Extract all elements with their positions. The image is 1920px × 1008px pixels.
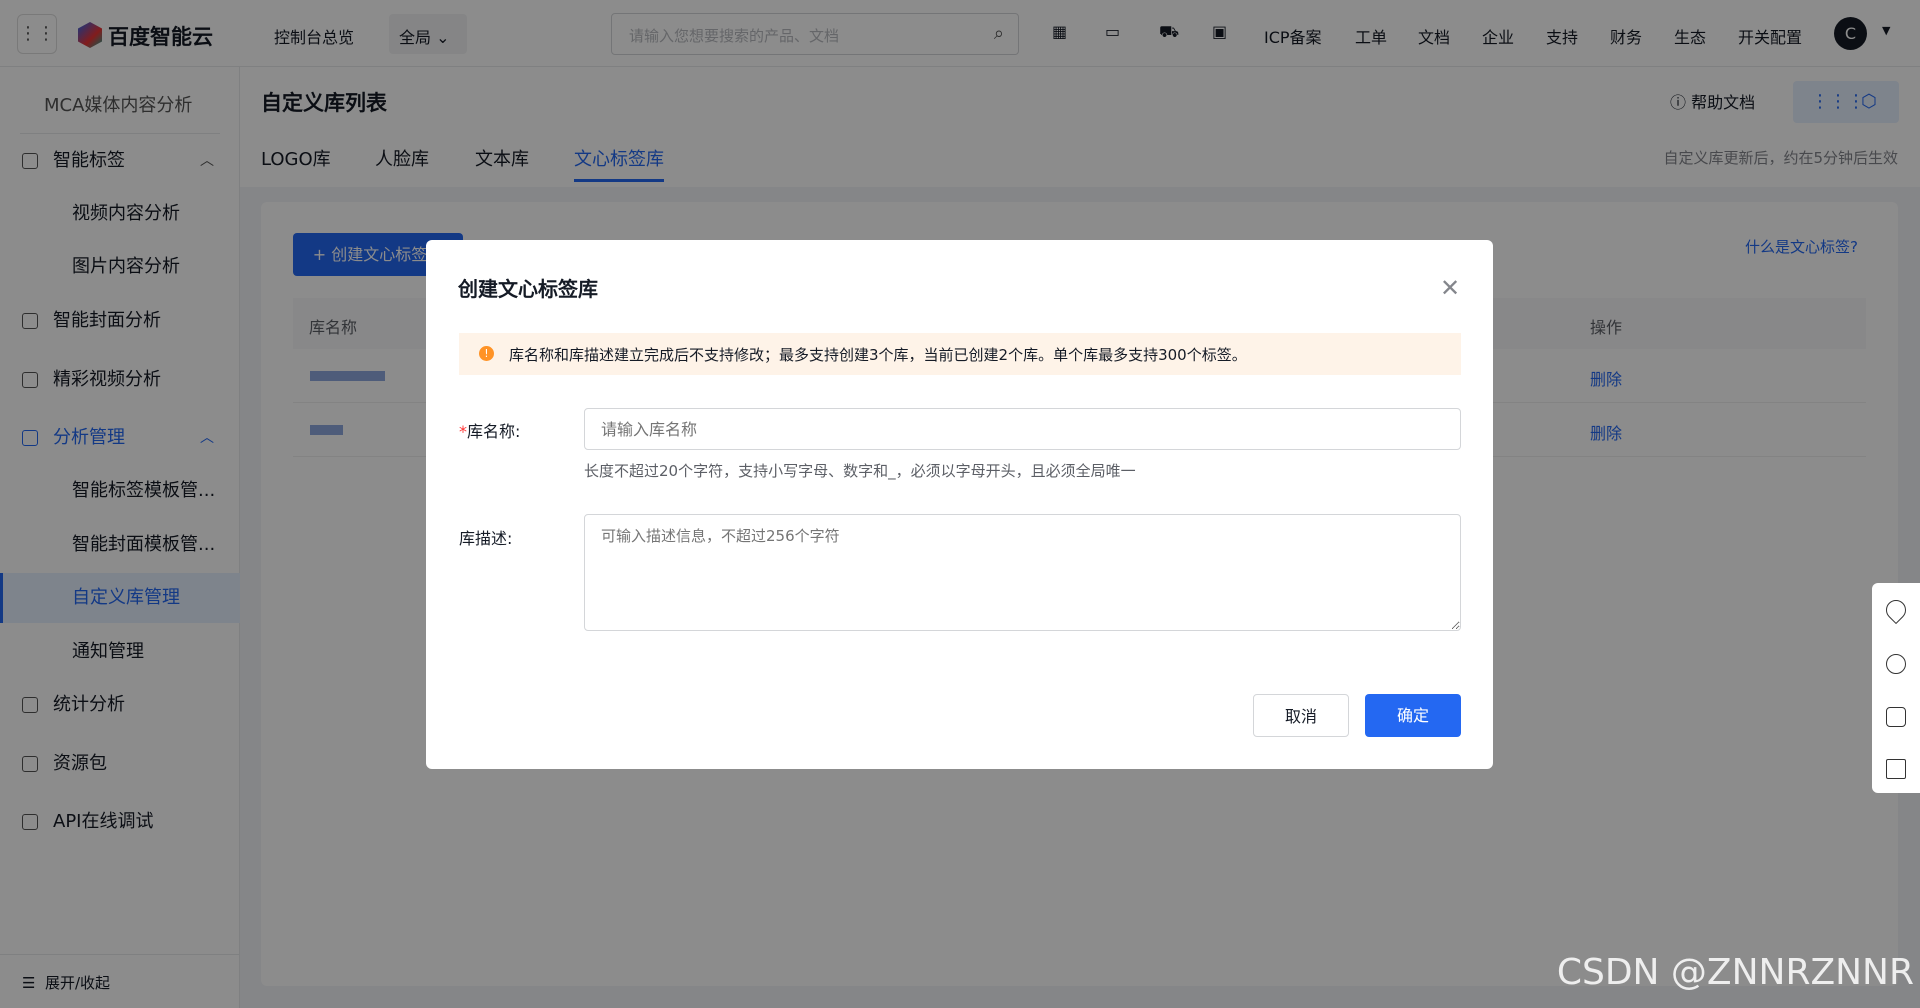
create-library-dialog: 创建文心标签库 ✕ ! 库名称和库描述建立完成后不支持修改；最多支持创建3个库，… <box>426 240 1493 769</box>
help-icon[interactable] <box>1886 654 1906 674</box>
grid-icon[interactable] <box>1886 759 1906 779</box>
warning-alert: ! 库名称和库描述建立完成后不支持修改；最多支持创建3个库，当前已创建2个库。单… <box>459 333 1461 375</box>
confirm-button[interactable]: 确定 <box>1365 694 1461 737</box>
alert-text: 库名称和库描述建立完成后不支持修改；最多支持创建3个库，当前已创建2个库。单个库… <box>509 346 1247 364</box>
required-mark: * <box>459 422 467 441</box>
name-label: *库名称: <box>459 418 520 442</box>
heart-icon[interactable] <box>1881 595 1911 625</box>
library-name-input[interactable] <box>584 408 1461 450</box>
cancel-button[interactable]: 取消 <box>1253 694 1349 737</box>
name-label-text: 库名称: <box>467 422 521 441</box>
dialog-title: 创建文心标签库 <box>458 277 598 301</box>
warning-icon: ! <box>479 346 494 361</box>
phone-icon[interactable] <box>1886 707 1906 727</box>
desc-label: 库描述: <box>459 529 513 548</box>
close-icon[interactable]: ✕ <box>1440 274 1460 302</box>
floating-toolbar <box>1872 583 1920 793</box>
watermark: CSDN @ZNNRZNNR <box>1556 952 1914 993</box>
name-hint: 长度不超过20个字符，支持小写字母、数字和_，必须以字母开头，且必须全局唯一 <box>584 462 1136 480</box>
library-description-textarea[interactable] <box>584 514 1461 631</box>
